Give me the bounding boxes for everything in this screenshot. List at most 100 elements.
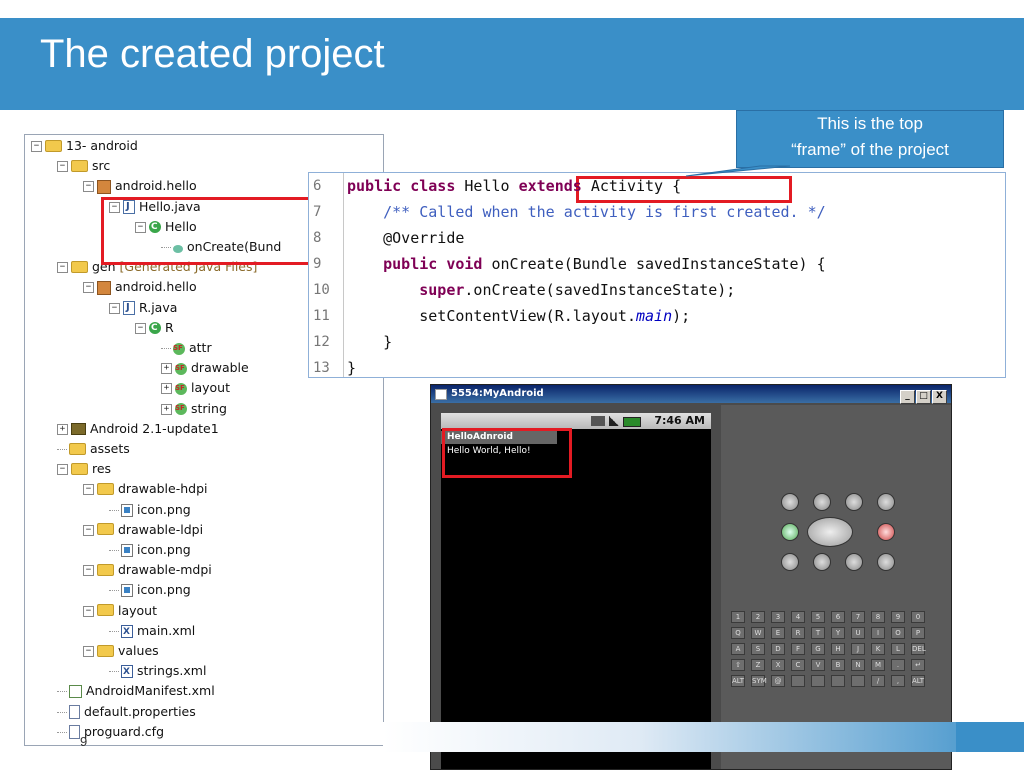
tree-item[interactable]: icon.png (109, 541, 191, 559)
collapse-toggle-icon[interactable]: − (135, 322, 146, 334)
collapse-toggle-icon[interactable]: − (57, 464, 68, 476)
tree-item[interactable]: AndroidManifest.xml (57, 682, 215, 700)
tree-item[interactable]: attr (161, 339, 212, 357)
keyboard-key[interactable]: ALT (731, 675, 745, 687)
keyboard-key[interactable]: R (791, 627, 805, 639)
keyboard-key[interactable]: P (911, 627, 925, 639)
keyboard-key[interactable]: Q (731, 627, 745, 639)
end-call-button-icon[interactable] (877, 523, 895, 541)
keyboard-key[interactable]: V (811, 659, 825, 671)
tree-item[interactable]: − R.java (109, 299, 177, 317)
collapse-toggle-icon[interactable]: − (31, 141, 42, 152)
tree-item[interactable]: icon.png (109, 581, 191, 599)
collapse-toggle-icon[interactable]: − (83, 605, 94, 617)
emulator-screen[interactable]: 7:46 AM HelloAdnroid Hello World, Hello! (441, 413, 711, 769)
tree-item[interactable]: − layout (83, 602, 157, 620)
back-button-icon[interactable] (845, 553, 863, 571)
emulator-title-bar[interactable]: 5554:MyAndroid _ □ X (431, 385, 951, 404)
keyboard-key[interactable] (811, 675, 825, 687)
code-line[interactable]: @Override (347, 225, 464, 251)
tree-item[interactable]: − src (57, 157, 110, 175)
keyboard-key[interactable]: ↵ (911, 659, 925, 671)
collapse-toggle-icon[interactable]: − (83, 484, 94, 496)
keyboard-key[interactable]: K (871, 643, 885, 655)
collapse-toggle-icon[interactable]: − (83, 565, 94, 577)
keyboard-key[interactable]: G (811, 643, 825, 655)
keyboard-key[interactable]: U (851, 627, 865, 639)
keyboard-key[interactable]: B (831, 659, 845, 671)
home-button-icon[interactable] (781, 553, 799, 571)
tree-item[interactable]: + drawable (161, 359, 249, 377)
tree-item[interactable]: default.properties (57, 703, 196, 721)
collapse-toggle-icon[interactable]: − (83, 646, 94, 657)
tree-item[interactable]: − drawable-mdpi (83, 561, 212, 579)
keyboard-key[interactable]: 4 (791, 611, 805, 623)
keyboard-key[interactable]: E (771, 627, 785, 639)
keyboard-key[interactable]: 0 (911, 611, 925, 623)
keyboard-key[interactable]: 5 (811, 611, 825, 623)
keyboard-key[interactable]: A (731, 643, 745, 655)
keyboard-key[interactable]: I (871, 627, 885, 639)
keyboard-key[interactable]: @ (771, 675, 785, 687)
keyboard-key[interactable]: 3 (771, 611, 785, 623)
keyboard-key[interactable]: W (751, 627, 765, 639)
keyboard-key[interactable]: D (771, 643, 785, 655)
tree-item[interactable]: − android.hello (83, 177, 197, 195)
tree-item[interactable]: − drawable-ldpi (83, 521, 203, 539)
tree-item[interactable]: − 13- android (31, 137, 138, 155)
tree-item[interactable]: icon.png (109, 501, 191, 519)
keyboard-key[interactable]: 9 (891, 611, 905, 623)
maximize-button[interactable]: □ (916, 390, 931, 404)
code-line[interactable]: setContentView(R.layout.main); (347, 303, 690, 329)
menu-button-icon[interactable] (813, 553, 831, 571)
tree-item[interactable]: main.xml (109, 622, 195, 641)
keyboard-key[interactable]: O (891, 627, 905, 639)
code-line[interactable]: /** Called when the activity is first cr… (347, 199, 826, 225)
volume-down-button-icon[interactable] (813, 493, 831, 511)
collapse-toggle-icon[interactable]: − (109, 302, 120, 314)
keyboard-key[interactable]: C (791, 659, 805, 671)
keyboard-key[interactable]: ⇧ (731, 659, 745, 671)
keyboard-key[interactable]: T (811, 627, 825, 639)
keyboard-key[interactable] (851, 675, 865, 687)
expand-toggle-icon[interactable]: + (161, 403, 172, 415)
keyboard-key[interactable]: N (851, 659, 865, 671)
keyboard-key[interactable]: , (891, 675, 905, 687)
keyboard-key[interactable]: M (871, 659, 885, 671)
tree-item[interactable]: − res (57, 460, 111, 478)
power-button-icon[interactable] (877, 493, 895, 511)
expand-toggle-icon[interactable]: + (161, 363, 172, 375)
collapse-toggle-icon[interactable]: − (83, 524, 94, 536)
tree-item[interactable]: −R (135, 319, 174, 337)
tree-item[interactable]: proguard.cfg (57, 723, 164, 741)
tree-item[interactable]: − drawable-hdpi (83, 480, 208, 498)
code-line[interactable]: super.onCreate(savedInstanceState); (347, 277, 735, 303)
search-button-icon[interactable] (877, 553, 895, 571)
tree-item[interactable]: + layout (161, 379, 230, 397)
expand-toggle-icon[interactable]: + (57, 423, 68, 435)
keyboard-key[interactable]: Z (751, 659, 765, 671)
camera-button-icon[interactable] (781, 493, 799, 511)
tree-item[interactable]: − values (83, 642, 159, 660)
tree-item[interactable]: + Android 2.1-update1 (57, 420, 219, 438)
keyboard-key[interactable]: Y (831, 627, 845, 639)
expand-toggle-icon[interactable]: + (161, 383, 172, 395)
code-line[interactable]: } (347, 329, 392, 355)
code-line[interactable]: public void onCreate(Bundle savedInstanc… (347, 251, 826, 277)
keyboard-key[interactable]: 1 (731, 611, 745, 623)
emulator-window[interactable]: 5554:MyAndroid _ □ X 7:46 AM HelloAdnroid … (430, 384, 952, 770)
keyboard-key[interactable]: . (891, 659, 905, 671)
collapse-toggle-icon[interactable]: − (57, 262, 68, 274)
keyboard-key[interactable]: 7 (851, 611, 865, 623)
code-line[interactable]: } (347, 355, 356, 377)
keyboard-key[interactable]: X (771, 659, 785, 671)
keyboard-key[interactable]: L (891, 643, 905, 655)
keyboard-key[interactable]: S (751, 643, 765, 655)
code-line[interactable]: public class Hello extends Activity { (347, 173, 681, 199)
keyboard-key[interactable]: H (831, 643, 845, 655)
keyboard-key[interactable] (791, 675, 805, 687)
keyboard-key[interactable]: 6 (831, 611, 845, 623)
minimize-button[interactable]: _ (900, 390, 915, 404)
keyboard-key[interactable]: 2 (751, 611, 765, 623)
collapse-toggle-icon[interactable]: − (57, 161, 68, 173)
